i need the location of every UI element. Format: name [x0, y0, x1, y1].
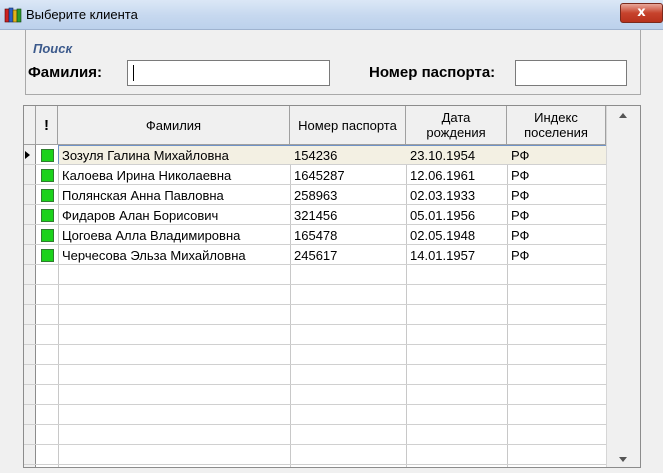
table-row[interactable]: Фидаров Алан Борисович 321456 05.01.1956 РФ [24, 205, 606, 226]
green-square-icon [41, 249, 54, 262]
header-birth-date[interactable]: Дата рождения [406, 106, 507, 145]
table-row[interactable]: Черчесова Эльза Михайловна 245617 14.01.19… [24, 245, 606, 266]
surname-cell: Черчесова Эльза Михайловна [62, 248, 246, 263]
empty-table-row[interactable] [24, 445, 606, 466]
empty-table-row[interactable] [24, 465, 606, 467]
birth-date-cell: 02.05.1948 [410, 228, 476, 243]
passport-cell: 165478 [294, 228, 338, 243]
green-square-icon [41, 149, 54, 162]
empty-table-row[interactable] [24, 325, 606, 346]
title-bar: Выберите клиента x [0, 0, 663, 30]
passport-cell: 154236 [294, 148, 338, 163]
empty-table-row[interactable] [24, 305, 606, 326]
passport-cell: 245617 [294, 248, 338, 263]
passport-cell: 258963 [294, 188, 338, 203]
window-title: Выберите клиента [26, 7, 138, 22]
surname-cell: Калоева Ирина Николаевна [62, 168, 232, 183]
settlement-index-cell: РФ [511, 188, 530, 203]
birth-date-cell: 23.10.1954 [410, 148, 476, 163]
clients-grid[interactable]: ! Фамилия Номер паспорта Дата рождения И… [23, 105, 641, 468]
surname-cell: Цогоева Алла Владимировна [62, 228, 241, 243]
green-square-icon [41, 169, 54, 182]
header-flag[interactable]: ! [36, 106, 58, 145]
table-row[interactable]: Калоева Ирина Николаевна 1645287 12.06.196… [24, 165, 606, 186]
surname-cell: Полянская Анна Павловна [62, 188, 224, 203]
empty-table-row[interactable] [24, 265, 606, 286]
table-row[interactable]: Зозуля Галина Михайловна 154236 23.10.1954… [24, 145, 627, 166]
green-square-icon [41, 189, 54, 202]
passport-cell: 321456 [294, 208, 338, 223]
scroll-down-icon[interactable] [619, 457, 627, 462]
passport-label: Номер паспорта: [369, 64, 496, 81]
empty-table-row[interactable] [24, 385, 606, 406]
header-settlement-index-label: Индекс поселения [524, 110, 588, 140]
current-row-arrow-icon [25, 151, 30, 159]
header-birth-date-label: Дата рождения [426, 110, 486, 140]
green-square-icon [41, 209, 54, 222]
close-icon: x [637, 5, 646, 20]
empty-table-row[interactable] [24, 405, 606, 426]
surname-label: Фамилия: [28, 64, 102, 81]
vertical-scrollbar[interactable] [606, 106, 640, 467]
green-square-icon [41, 229, 54, 242]
header-surname[interactable]: Фамилия [58, 106, 290, 145]
birth-date-cell: 12.06.1961 [410, 168, 476, 183]
empty-table-row[interactable] [24, 425, 606, 446]
text-caret [133, 65, 134, 81]
close-button[interactable]: x [620, 3, 663, 23]
birth-date-cell: 02.03.1933 [410, 188, 476, 203]
surname-cell: Фидаров Алан Борисович [62, 208, 219, 223]
passport-input[interactable] [515, 60, 627, 86]
birth-date-cell: 05.01.1956 [410, 208, 476, 223]
settlement-index-cell: РФ [511, 148, 530, 163]
settlement-index-cell: РФ [511, 248, 530, 263]
header-indicator [24, 106, 36, 145]
surname-cell: Зозуля Галина Михайловна [62, 148, 229, 163]
empty-table-row[interactable] [24, 285, 606, 306]
empty-table-row[interactable] [24, 345, 606, 366]
settlement-index-cell: РФ [511, 168, 530, 183]
table-row[interactable]: Полянская Анна Павловна 258963 02.03.1933 Р… [24, 185, 606, 206]
books-icon [4, 6, 22, 24]
settlement-index-cell: РФ [511, 228, 530, 243]
scroll-up-icon[interactable] [619, 113, 627, 118]
empty-table-row[interactable] [24, 365, 606, 386]
settlement-index-cell: РФ [511, 208, 530, 223]
surname-input[interactable] [127, 60, 330, 86]
passport-cell: 1645287 [294, 168, 345, 183]
header-passport[interactable]: Номер паспорта [290, 106, 406, 145]
birth-date-cell: 14.01.1957 [410, 248, 476, 263]
header-settlement-index[interactable]: Индекс поселения [507, 106, 606, 145]
client-area: Поиск Фамилия: Номер паспорта: ! Фамилия… [0, 30, 663, 473]
table-row[interactable]: Цогоева Алла Владимировна 165478 02.05.194… [24, 225, 606, 246]
search-caption: Поиск [33, 41, 73, 56]
